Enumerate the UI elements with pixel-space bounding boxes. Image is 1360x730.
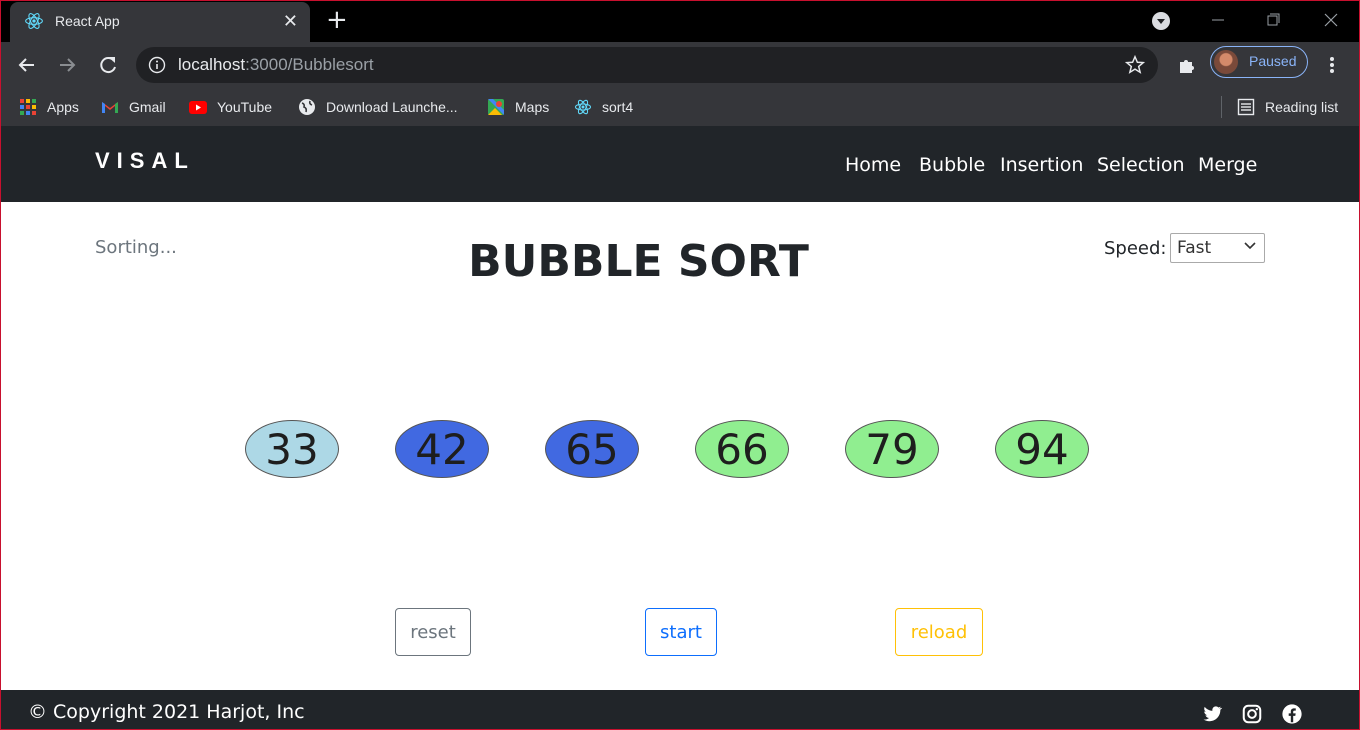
new-tab-icon[interactable]: +: [326, 6, 348, 34]
more-menu-icon[interactable]: [1324, 55, 1340, 75]
tab-strip: React App ✕ +: [0, 0, 1360, 42]
reset-button[interactable]: reset: [395, 608, 471, 656]
speed-selected-value: Fast: [1177, 238, 1212, 258]
bookmark-label: sort4: [602, 99, 634, 115]
bubble-value: 33: [265, 424, 319, 474]
react-icon: [25, 13, 43, 29]
restore-icon[interactable]: [1260, 8, 1286, 32]
reload-icon[interactable]: [95, 52, 121, 78]
globe-icon: [299, 99, 315, 115]
bookmarks-divider: [1221, 96, 1222, 118]
bookmark-label: Gmail: [129, 99, 166, 115]
facebook-icon[interactable]: [1281, 703, 1303, 725]
reload-label: reload: [910, 621, 968, 643]
bookmark-label: Maps: [515, 99, 550, 115]
minimize-icon[interactable]: [1205, 8, 1231, 32]
bubble-value: 66: [715, 424, 769, 474]
nav-link-merge[interactable]: Merge: [1198, 154, 1257, 176]
url-host: localhost: [178, 55, 246, 74]
url-text: localhost:3000/Bubblesort: [178, 55, 374, 75]
reset-label: reset: [410, 621, 456, 643]
react-icon: [574, 99, 592, 115]
url-path: :3000/Bubblesort: [245, 55, 374, 74]
reload-button[interactable]: reload: [895, 608, 983, 656]
bubble-value: 42: [415, 424, 469, 474]
bookmark-apps[interactable]: Apps: [19, 97, 79, 117]
array-element-bubble: 66: [695, 420, 789, 478]
bubble-value: 65: [565, 424, 619, 474]
bookmarks-bar: Apps Gmail YouTube Download Launche... M…: [0, 88, 1360, 126]
back-icon[interactable]: [14, 52, 40, 78]
gmail-icon: [102, 102, 118, 113]
instagram-icon[interactable]: [1241, 703, 1263, 725]
start-button[interactable]: start: [645, 608, 717, 656]
tab-close-icon[interactable]: ✕: [283, 10, 298, 34]
extensions-puzzle-icon[interactable]: [1176, 54, 1198, 76]
bookmark-download-launcher[interactable]: Download Launche...: [298, 97, 458, 117]
youtube-icon: [189, 101, 207, 114]
start-label: start: [660, 621, 702, 643]
bubble-value: 94: [1015, 424, 1069, 474]
maps-icon: [488, 99, 504, 115]
page-title: BUBBLE SORT: [468, 236, 809, 287]
browser-tab[interactable]: React App ✕: [10, 2, 310, 42]
speed-label: Speed:: [1104, 238, 1167, 259]
twitter-icon[interactable]: [1201, 703, 1223, 725]
nav-link-selection[interactable]: Selection: [1097, 154, 1185, 176]
array-element-bubble: 79: [845, 420, 939, 478]
reading-list-label: Reading list: [1265, 99, 1339, 115]
bookmark-maps[interactable]: Maps: [487, 97, 549, 117]
array-element-bubble: 33: [245, 420, 339, 478]
bookmark-label: YouTube: [217, 99, 273, 115]
nav-link-insertion[interactable]: Insertion: [1000, 154, 1083, 176]
profile-button[interactable]: Paused: [1210, 46, 1308, 78]
avatar: [1214, 50, 1238, 74]
chevron-down-icon: [1244, 242, 1256, 250]
reading-list-icon: [1237, 98, 1255, 116]
bubble-value: 79: [865, 424, 919, 474]
tab-title: React App: [55, 13, 120, 29]
reading-list-button[interactable]: Reading list: [1237, 97, 1338, 117]
array-element-bubble: 42: [395, 420, 489, 478]
bookmark-label: Download Launche...: [326, 99, 458, 115]
nav-link-home[interactable]: Home: [845, 154, 901, 176]
browser-toolbar: localhost:3000/Bubblesort Paused: [0, 42, 1360, 88]
tab-search-icon[interactable]: [1152, 12, 1170, 30]
bookmark-label: Apps: [47, 99, 79, 115]
array-element-bubble: 65: [545, 420, 639, 478]
array-element-bubble: 94: [995, 420, 1089, 478]
forward-icon[interactable]: [54, 52, 80, 78]
apps-grid-icon: [20, 99, 36, 115]
footer: © Copyright 2021 Harjot, Inc: [0, 690, 1360, 730]
brand-logo[interactable]: VISAL: [95, 148, 195, 174]
bookmark-youtube[interactable]: YouTube: [189, 97, 272, 117]
address-bar[interactable]: localhost:3000/Bubblesort: [136, 47, 1158, 83]
bookmark-gmail[interactable]: Gmail: [101, 97, 166, 117]
info-icon[interactable]: [148, 56, 166, 74]
close-window-icon[interactable]: [1318, 8, 1344, 32]
bookmark-star-icon[interactable]: [1124, 54, 1146, 76]
nav-link-bubble[interactable]: Bubble: [919, 154, 985, 176]
app-navbar: VISAL Home Bubble Insertion Selection Me…: [0, 126, 1360, 202]
bookmark-sort4[interactable]: sort4: [574, 97, 633, 117]
copyright-text: © Copyright 2021 Harjot, Inc: [28, 701, 305, 723]
profile-status: Paused: [1249, 53, 1297, 69]
speed-select[interactable]: Fast: [1170, 233, 1265, 263]
